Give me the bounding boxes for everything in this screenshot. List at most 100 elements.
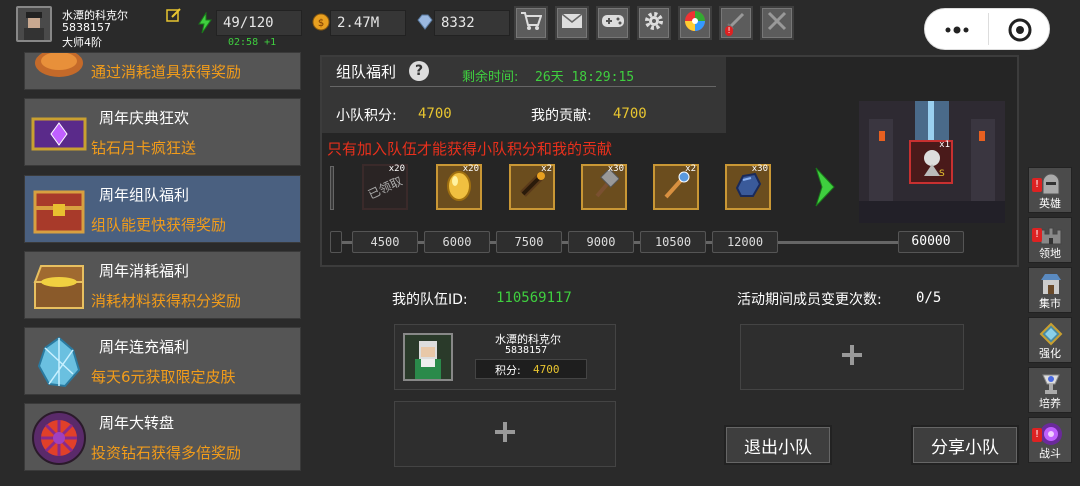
player-id: 5838157 [62,21,111,34]
scroll-right-arrow-icon[interactable] [812,164,838,210]
progress-start-cap [330,231,342,253]
gamepad-button[interactable] [596,6,630,40]
cart-icon [520,11,543,35]
market-stall-icon [1039,272,1063,296]
alert-badge: ! [725,26,733,36]
close-circle-icon[interactable] [1007,17,1033,43]
event-title: 周年组队福利 [99,186,190,204]
svg-text:S: S [939,169,945,178]
member-card[interactable]: 水潭的科克尔 5838157 积分: 4700 [394,324,616,390]
help-icon[interactable]: ? [409,61,429,81]
my-team-id: 110569117 [496,290,572,306]
event-item-team-benefits[interactable]: 周年组队福利 组队能更快获得奖励 [24,175,301,243]
more-dots-icon[interactable] [943,21,973,39]
event-desc: 投资钻石获得多倍奖励 [91,444,242,462]
my-team-id-label: 我的队伍ID: [392,292,468,308]
ore-icon [733,170,763,204]
battle-button[interactable] [760,6,794,40]
side-nav-label: 领地 [1039,247,1061,260]
event-item-anniversary-carnival[interactable]: 周年庆典狂欢 钻石月卡疯狂送 [24,98,301,166]
member-id: 5838157 [505,345,548,356]
hammer-icon [589,168,620,204]
side-nav-market[interactable]: 集市 [1028,267,1072,313]
side-nav-label: 强化 [1039,347,1061,360]
reward-slot[interactable]: x30 [725,164,771,210]
treasure-chest-icon [29,258,89,314]
side-nav-battle[interactable]: ! 战斗 [1028,417,1072,463]
claimed-stamp: 已领取 [365,173,405,202]
threshold-marker: 7500 [496,231,562,253]
event-item-consume-props[interactable]: 通过消耗道具获得奖励 [24,52,301,90]
reward-count: x30 [751,164,768,174]
threshold-marker: 10500 [640,231,706,253]
edit-icon[interactable] [166,7,182,23]
reward-slot-claimed[interactable]: 已领取 x20 [362,164,408,210]
panel-title: 组队福利 [336,63,397,81]
reward-count: x2 [685,164,696,174]
side-nav-heroes[interactable]: ! 英雄 [1028,167,1072,213]
event-title: 周年大转盘 [99,414,175,432]
portal-icon [1039,422,1063,446]
wheel-icon [29,410,89,466]
add-member-slot[interactable] [394,401,616,467]
side-nav-label: 英雄 [1039,197,1061,210]
remaining-label: 剩余时间: [462,70,519,85]
side-nav-label: 集市 [1039,297,1061,310]
threshold-marker: 12000 [712,231,778,253]
plus-icon [493,420,517,448]
energy-icon [196,11,214,34]
reward-slot[interactable]: x2 [653,164,699,210]
share-team-button[interactable]: 分享小队 [911,425,1019,465]
lucky-wheel-button[interactable] [678,6,712,40]
side-nav-territory[interactable]: ! 领地 [1028,217,1072,263]
event-item-lucky-wheel[interactable]: 周年大转盘 投资钻石获得多倍奖励 [24,403,301,471]
diamond-icon [416,13,434,31]
svg-text:$: $ [318,18,324,29]
my-contribution-value: 4700 [613,106,647,122]
scroll-left-edge [330,166,334,210]
player-avatar[interactable] [16,6,52,42]
side-nav-cultivate[interactable]: 培养 [1028,367,1072,413]
add-member-slot[interactable] [740,324,964,390]
alert-badge: ! [1032,178,1042,192]
mail-button[interactable] [555,6,589,40]
reward-count: x1 [939,140,950,150]
remaining-time: 26天 18:29:15 [535,70,635,85]
reward-slot[interactable]: x20 [436,164,482,210]
reward-slot[interactable]: x30 [581,164,627,210]
threshold-marker: 9000 [568,231,634,253]
alert-badge: ! [1032,428,1042,442]
weapon-button[interactable]: ! [719,6,753,40]
event-desc: 钻石月卡疯狂送 [91,139,197,157]
event-desc: 每天6元获取限定皮肤 [91,368,236,386]
member-changes-value: 0/5 [916,290,942,306]
leave-team-button[interactable]: 退出小队 [724,425,832,465]
egg-icon [446,169,472,205]
member-points-box [475,359,587,379]
member-points-value: 4700 [533,363,560,376]
event-item-consume-benefits[interactable]: 周年消耗福利 消耗材料获得积分奖励 [24,251,301,319]
energy-value: 49/120 [216,10,302,36]
gem-icon [1039,322,1063,346]
member-avatar [403,333,453,381]
event-desc: 组队能更快获得奖励 [91,216,227,234]
event-desc: 通过消耗道具获得奖励 [91,63,242,81]
event-title: 周年连充福利 [99,338,190,356]
threshold-marker-final: 60000 [898,231,964,253]
reward-slot[interactable]: x2 [509,164,555,210]
diamond-card-icon [29,105,89,161]
settings-button[interactable] [637,6,671,40]
hero-skin-icon: S [919,146,945,182]
grand-reward-slot[interactable]: S x1 [909,140,953,184]
shop-button[interactable] [514,6,548,40]
reward-count: x20 [462,164,479,174]
threshold-marker: 6000 [424,231,490,253]
knight-helmet-icon [1039,172,1063,196]
side-nav-enhance[interactable]: 强化 [1028,317,1072,363]
reward-count: x20 [388,164,405,174]
alert-badge: ! [1032,228,1042,242]
gear-icon [643,10,665,36]
event-item-recharge-benefits[interactable]: 周年连充福利 每天6元获取限定皮肤 [24,327,301,395]
my-contribution-label: 我的贡献: [531,108,592,124]
event-desc: 消耗材料获得积分奖励 [91,292,242,310]
